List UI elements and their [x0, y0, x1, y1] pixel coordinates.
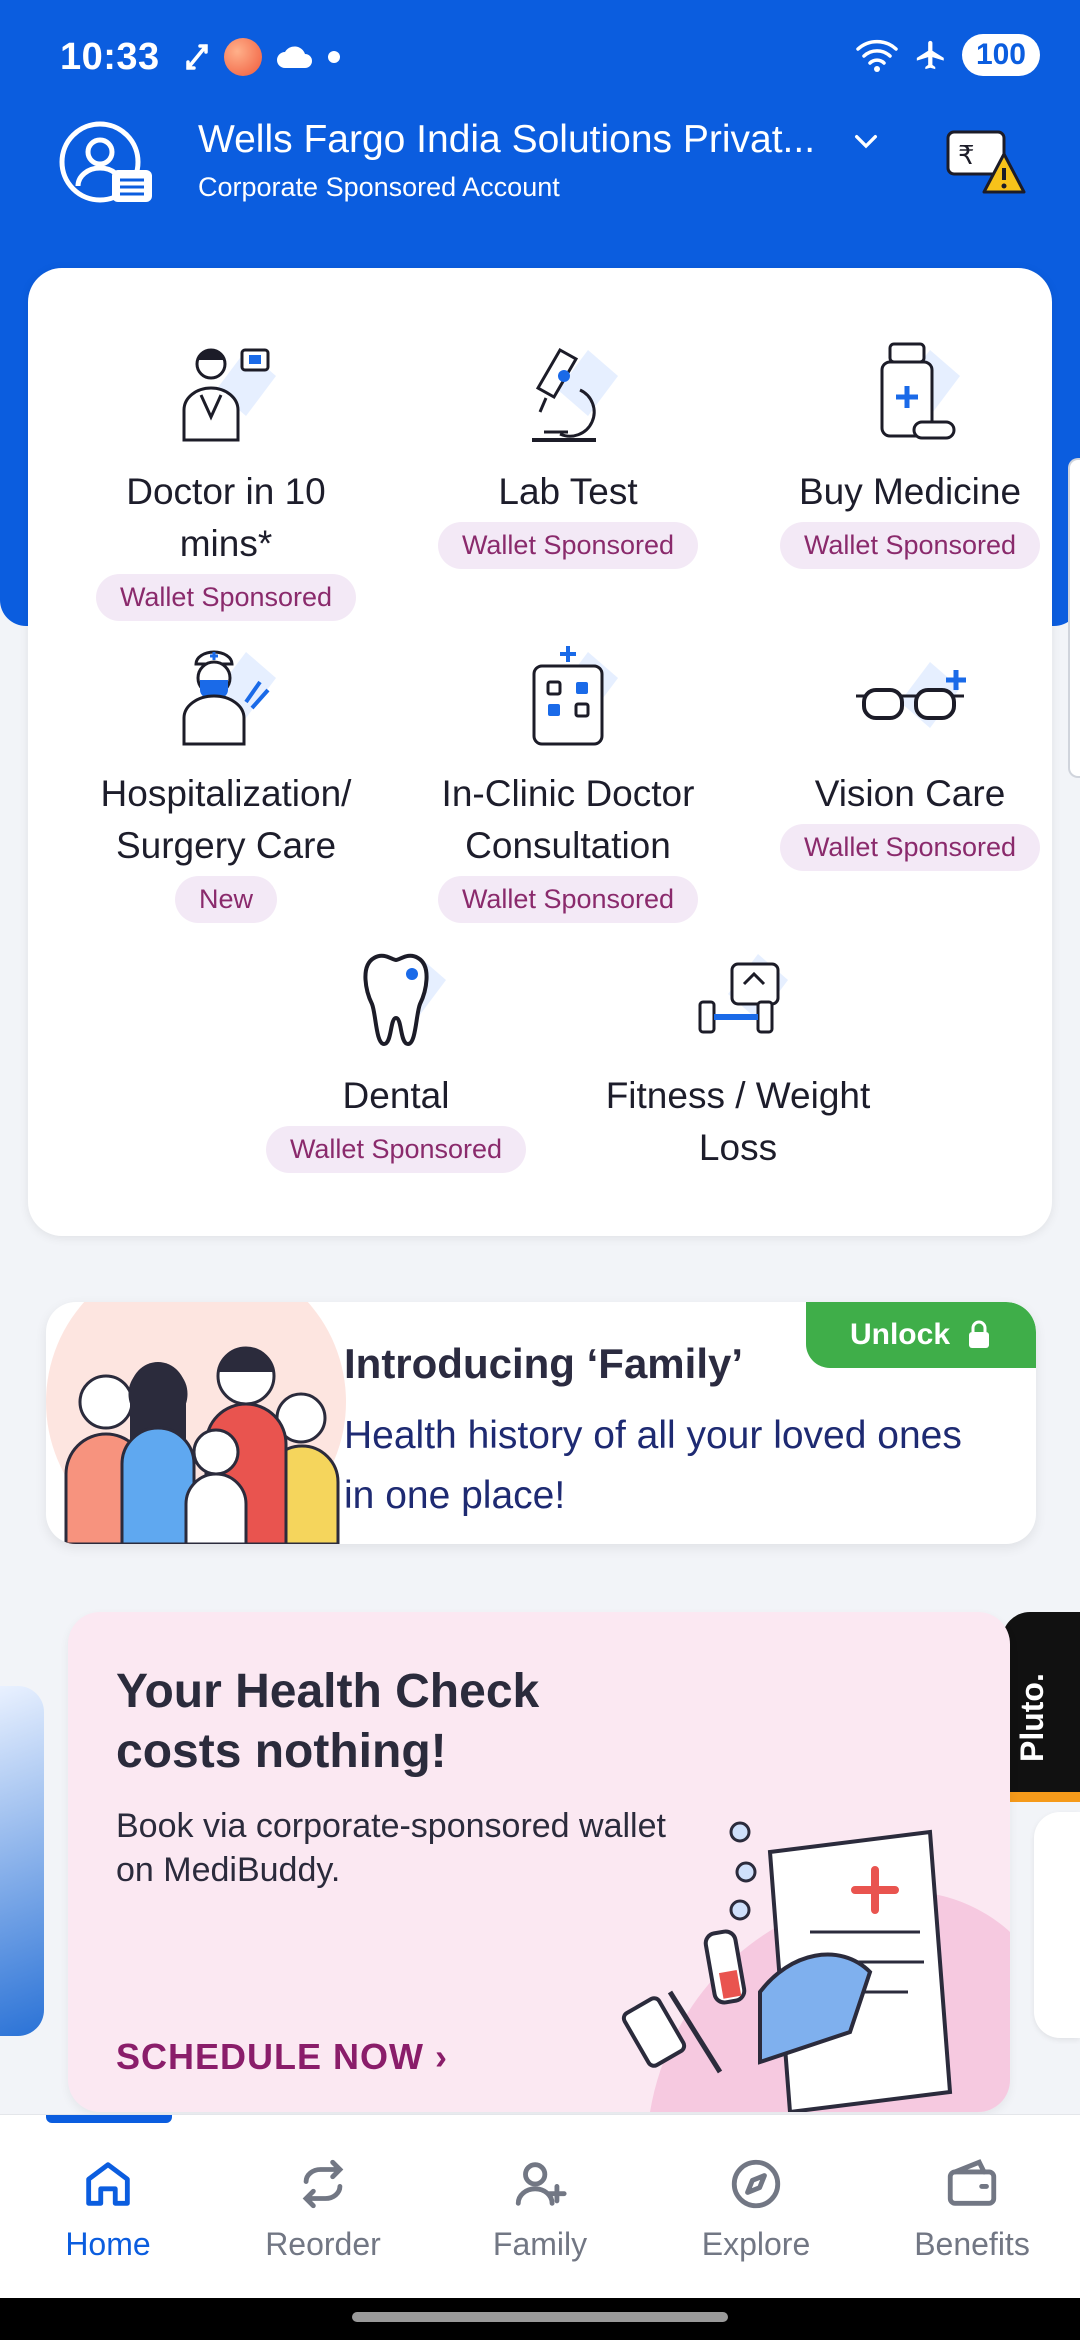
carousel-next-card[interactable]: Pluto. [1002, 1612, 1080, 1802]
service-hospitalization[interactable]: Hospitalization/Surgery Care New [66, 642, 386, 923]
health-report-illustration [621, 1821, 1010, 2112]
wallet-icon [947, 2159, 997, 2206]
service-buy-medicine[interactable]: Buy Medicine Wallet Sponsored [750, 340, 1070, 569]
profile-avatar-icon[interactable] [56, 120, 156, 206]
hospital-icon [532, 646, 618, 746]
status-bar: 10:33 100 [0, 0, 1080, 112]
nav-label: Family [492, 2226, 588, 2262]
service-name-line2: mins* [179, 523, 273, 564]
service-doctor-in-10-mins[interactable]: Doctor in 10 mins* Wallet Sponsored [66, 340, 386, 621]
service-name: Doctor in 10 [126, 471, 326, 512]
glasses-icon [856, 662, 966, 728]
nav-explore[interactable]: Explore [656, 2155, 856, 2263]
svg-text:₹: ₹ [958, 141, 975, 171]
service-name: Vision Care [814, 773, 1006, 814]
wallet-sponsored-badge: Wallet Sponsored [437, 522, 699, 569]
tooth-icon [363, 953, 446, 1047]
app-notification-icon [224, 38, 262, 76]
health-check-title: Your Health Check costs nothing! [116, 1665, 540, 1778]
wallet-sponsored-badge: Wallet Sponsored [265, 1126, 527, 1173]
wallet-sponsored-badge: Wallet Sponsored [779, 522, 1041, 569]
wallet-sponsored-badge: Wallet Sponsored [437, 876, 699, 923]
service-lab-test[interactable]: Lab Test Wallet Sponsored [408, 340, 728, 569]
service-fitness-weight-loss[interactable]: Fitness / Weight Loss [578, 944, 898, 1174]
doctor-icon [182, 348, 276, 442]
new-badge: New [174, 876, 277, 923]
cloud-icon [277, 46, 312, 68]
service-name: Dental [342, 1075, 450, 1116]
service-name-line2: Surgery Care [115, 825, 337, 866]
family-illustration [46, 1302, 346, 1544]
nav-reorder[interactable]: Reorder [223, 2155, 423, 2263]
nav-label: Reorder [265, 2226, 381, 2262]
home-indicator[interactable] [352, 2312, 728, 2322]
service-name: Fitness / Weight [605, 1075, 871, 1116]
battery-indicator: 100 [961, 34, 1040, 76]
nav-label: Benefits [914, 2226, 1030, 2262]
nav-home[interactable]: Home [8, 2155, 208, 2263]
services-card: Doctor in 10 mins* Wallet Sponsored Lab T… [28, 268, 1052, 1236]
service-vision-care[interactable]: Vision Care Wallet Sponsored [750, 642, 1070, 871]
nav-benefits[interactable]: Benefits [872, 2155, 1072, 2263]
family-banner[interactable]: Introducing ‘Family’ Health history of a… [46, 1302, 1036, 1544]
lock-icon [969, 1320, 990, 1348]
service-name: Hospitalization/ [100, 773, 352, 814]
unlock-button[interactable]: Unlock [806, 1302, 1036, 1368]
service-name-line2: Loss [698, 1127, 778, 1168]
service-dental[interactable]: Dental Wallet Sponsored [236, 944, 556, 1173]
bottom-navigation: Home Reorder Family Explore Benefits [0, 2114, 1080, 2298]
schedule-now-link[interactable]: SCHEDULE NOW › [116, 2036, 448, 2078]
wallet-sponsored-badge: Wallet Sponsored [779, 824, 1041, 871]
family-banner-title: Introducing ‘Family’ [344, 1340, 744, 1387]
pluto-label: Pluto. [1014, 1673, 1050, 1762]
account-type: Corporate Sponsored Account [198, 172, 560, 202]
wifi-icon [856, 39, 898, 72]
home-icon [86, 2162, 130, 2206]
service-name-line2: Consultation [465, 825, 671, 866]
add-person-icon [515, 2162, 567, 2206]
service-name: Lab Test [498, 471, 638, 512]
wallet-warning-icon[interactable]: ₹ [944, 126, 1026, 198]
side-scroll-handle[interactable] [1068, 458, 1080, 778]
carousel-prev-card[interactable] [0, 1686, 44, 2036]
active-tab-indicator [46, 2115, 172, 2123]
gesture-bar [0, 2298, 1080, 2340]
unlock-label: Unlock [849, 1318, 951, 1351]
nav-label: Home [65, 2226, 151, 2262]
reorder-icon [302, 2159, 344, 2209]
medicine-icon [880, 342, 960, 440]
wallet-sponsored-badge: Wallet Sponsored [95, 574, 357, 621]
service-name: Buy Medicine [798, 471, 1022, 512]
surgeon-icon [182, 650, 276, 746]
sync-icon [186, 44, 208, 70]
chevron-down-icon[interactable] [850, 126, 882, 158]
health-check-banner[interactable]: Your Health Check costs nothing! Book vi… [68, 1612, 1010, 2112]
carousel-peek-card[interactable] [1034, 1812, 1080, 2038]
company-name[interactable]: Wells Fargo India Solutions Privat... [198, 118, 815, 162]
fitness-icon [698, 954, 788, 1034]
dot-icon [328, 51, 340, 63]
nav-family[interactable]: Family [440, 2155, 640, 2263]
nav-label: Explore [701, 2226, 811, 2262]
family-banner-description: Health history of all your loved ones in… [344, 1414, 962, 1517]
airplane-icon [916, 40, 944, 70]
service-in-clinic-consultation[interactable]: In-Clinic Doctor Consultation Wallet Spon… [408, 642, 728, 923]
status-time: 10:33 [60, 36, 160, 78]
microscope-icon [532, 347, 618, 442]
service-name: In-Clinic Doctor [441, 773, 695, 814]
compass-icon [731, 2159, 781, 2209]
